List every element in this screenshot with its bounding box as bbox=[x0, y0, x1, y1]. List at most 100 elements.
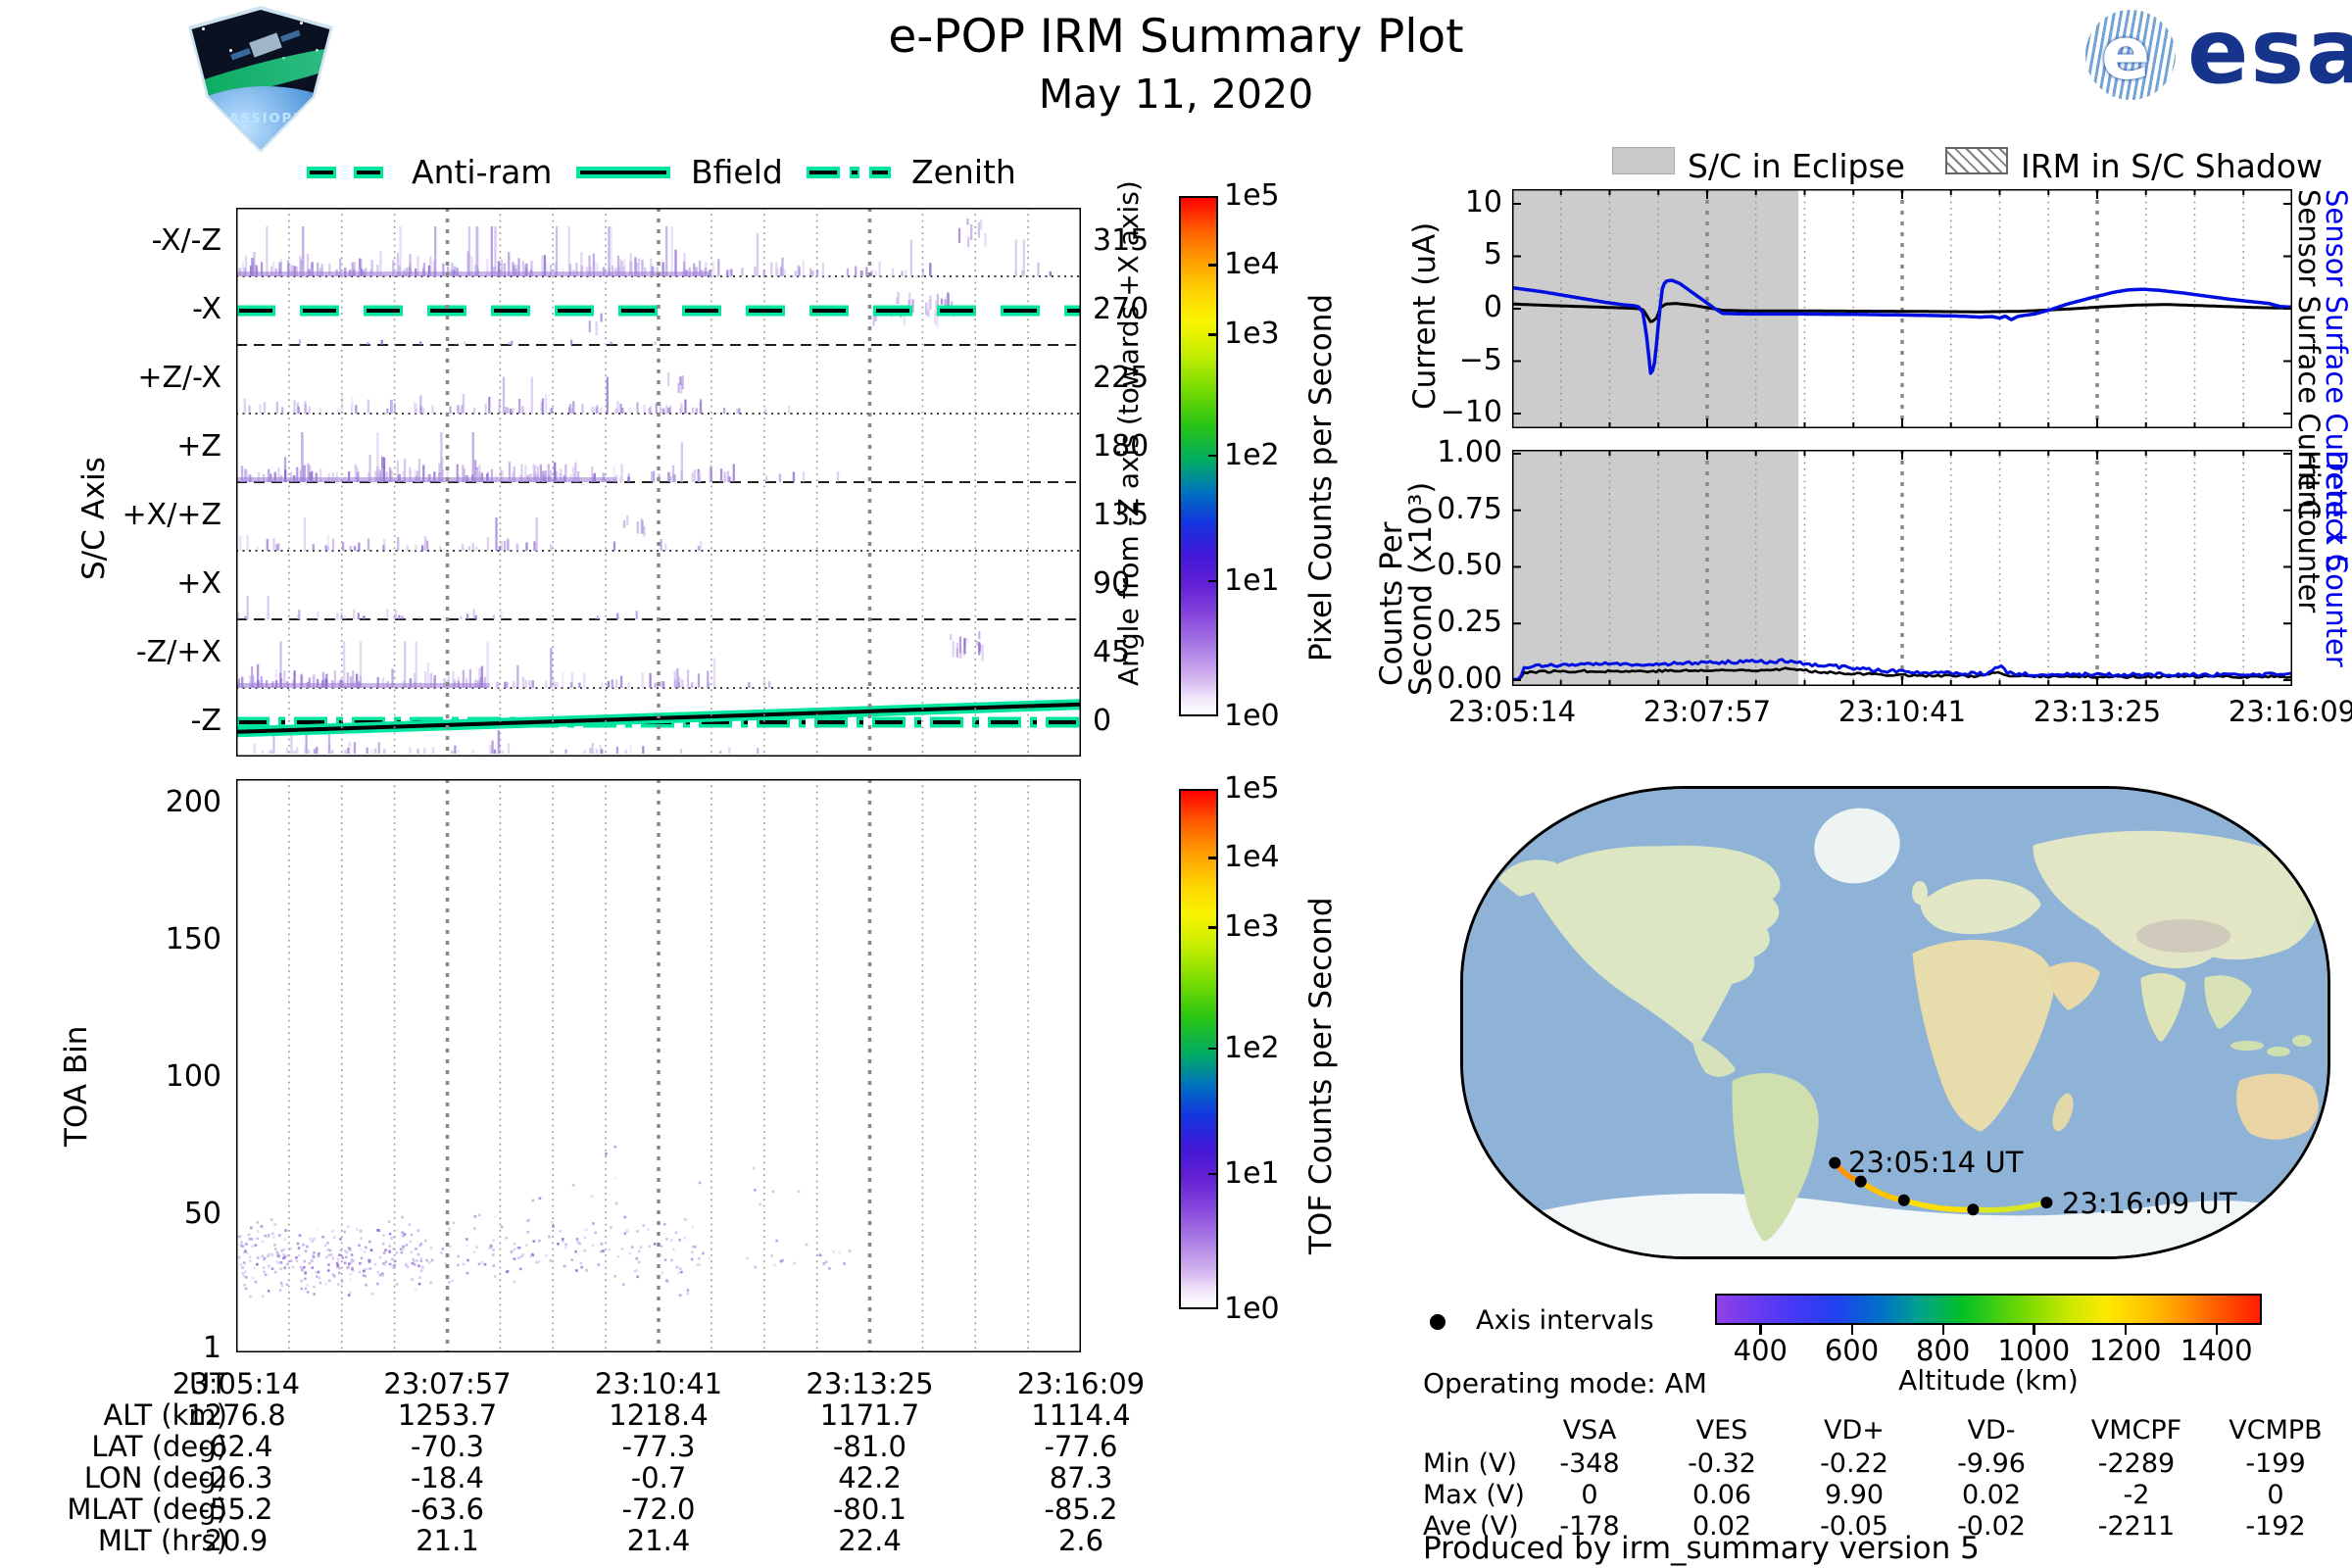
voltage-row-label: Min (V) bbox=[1423, 1448, 1518, 1479]
colorbar-tick-label: 1e1 bbox=[1224, 1155, 1280, 1191]
antiram-legend-glyph bbox=[307, 167, 383, 178]
colorbar-tick-label: 1e3 bbox=[1224, 909, 1280, 945]
voltage-value: -2 bbox=[2123, 1480, 2150, 1510]
eph-value: -62.4 bbox=[199, 1430, 273, 1463]
right-time-tick-label: 23:10:41 bbox=[1838, 695, 1967, 728]
shadow-legend-swatch bbox=[1945, 147, 2008, 174]
eclipse-legend-label: S/C in Eclipse bbox=[1688, 147, 1905, 185]
eph-value: 1276.8 bbox=[186, 1398, 286, 1432]
colorbar-tick-label: 1e1 bbox=[1224, 563, 1280, 598]
tick-label: -Z/+X bbox=[135, 635, 221, 669]
page-title: e-POP IRM Summary Plot bbox=[888, 10, 1464, 64]
eph-ut-value: 23:16:09 bbox=[1016, 1367, 1146, 1400]
track-start-annotation: 23:05:14 UT bbox=[1848, 1146, 2024, 1179]
tof-counts-colorbar-label: TOF Counts per Second bbox=[1303, 897, 1339, 1254]
right-time-tick-label: 23:05:14 bbox=[1447, 695, 1577, 728]
satellite-icon bbox=[249, 32, 282, 58]
right-time-tick-label: 23:16:09 bbox=[2228, 695, 2352, 728]
axis-intervals-label: Axis intervals bbox=[1476, 1305, 1654, 1336]
tick-label: +Z bbox=[176, 429, 221, 464]
cassiope-patch-art-icon: CASSIOPE bbox=[191, 10, 330, 149]
colorbar-tick-label: 1e0 bbox=[1224, 1292, 1280, 1326]
sc-axis-ylabel: S/C Axis bbox=[76, 457, 112, 580]
shadow-legend-label: IRM in S/C Shadow bbox=[2021, 147, 2324, 185]
bfield-legend-label: Bfield bbox=[691, 153, 783, 191]
altitude-tick-label: 1400 bbox=[2180, 1334, 2253, 1367]
tick-label: −10 bbox=[1440, 395, 1502, 430]
eph-value: -26.3 bbox=[199, 1461, 273, 1494]
counts-plot bbox=[1512, 450, 2292, 686]
voltage-row-label: Max (V) bbox=[1423, 1480, 1525, 1510]
epop-irm-summary-page: { "header": { "title": "e-POP IRM Summar… bbox=[0, 0, 2352, 1568]
tick-label: 1 bbox=[202, 1331, 221, 1366]
tick-label: 0.00 bbox=[1437, 661, 1502, 696]
eph-value: 1114.4 bbox=[1031, 1398, 1131, 1432]
eph-ut-value: 23:07:57 bbox=[383, 1367, 512, 1400]
colorbar-tick-label: 1e3 bbox=[1224, 317, 1280, 352]
tick-label: 0 bbox=[1093, 704, 1112, 738]
voltage-value: -2289 bbox=[2097, 1448, 2176, 1479]
tick-label: +Z/-X bbox=[137, 361, 221, 395]
axis-intervals-dot-icon bbox=[1430, 1314, 1446, 1330]
voltage-value: -9.96 bbox=[1957, 1448, 2026, 1479]
voltage-value: -199 bbox=[2245, 1448, 2306, 1479]
tick-label: -Z bbox=[190, 704, 221, 738]
counts-right-label-black: Hit Counter bbox=[2292, 450, 2326, 613]
voltage-col-header: VD- bbox=[1967, 1415, 2016, 1446]
colorbar-tick-label: 1e0 bbox=[1224, 699, 1280, 733]
eph-value: -0.7 bbox=[630, 1461, 687, 1494]
eph-ut-value: 23:10:41 bbox=[594, 1367, 723, 1400]
current-plot bbox=[1512, 189, 2292, 428]
voltage-value: 0.02 bbox=[1961, 1480, 2022, 1510]
cassiope-label: CASSIOPE bbox=[217, 112, 305, 126]
eph-value: -70.3 bbox=[410, 1430, 485, 1463]
tick-label: -X bbox=[192, 292, 221, 326]
footer-version: Produced by irm_summary version 5 bbox=[1423, 1531, 1980, 1566]
altitude-colorbar bbox=[1715, 1294, 2262, 1325]
antiram-legend-label: Anti-ram bbox=[412, 153, 553, 191]
eph-value: 22.4 bbox=[838, 1524, 902, 1557]
colorbar-tick-label: 1e5 bbox=[1224, 178, 1280, 213]
eph-value: -81.0 bbox=[832, 1430, 907, 1463]
colorbar-tick-label: 1e2 bbox=[1224, 1030, 1280, 1065]
eph-value: -85.2 bbox=[1044, 1493, 1118, 1526]
zenith-legend-label: Zenith bbox=[911, 153, 1016, 191]
page-date: May 11, 2020 bbox=[1038, 71, 1314, 118]
eph-value: 2.6 bbox=[1057, 1524, 1104, 1557]
eph-value: -72.0 bbox=[621, 1493, 696, 1526]
eph-value: 21.1 bbox=[416, 1524, 479, 1557]
tick-label: 5 bbox=[1483, 237, 1502, 272]
colorbar-tick-label: 1e2 bbox=[1224, 437, 1280, 472]
eph-value: -80.1 bbox=[832, 1493, 907, 1526]
track-end-annotation: 23:16:09 UT bbox=[2062, 1187, 2237, 1220]
voltage-col-header: VD+ bbox=[1824, 1415, 1885, 1446]
eph-value: 1171.7 bbox=[819, 1398, 920, 1432]
eph-value: 20.9 bbox=[204, 1524, 269, 1557]
toa-scatter-plot bbox=[236, 779, 1081, 1352]
right-time-tick-label: 23:13:25 bbox=[2033, 695, 2162, 728]
zenith-legend-glyph bbox=[807, 167, 891, 178]
eph-value: 42.2 bbox=[838, 1461, 902, 1494]
altitude-colorbar-label: Altitude (km) bbox=[1898, 1364, 2079, 1396]
eph-ut-value: 23:13:25 bbox=[806, 1367, 934, 1400]
right-time-tick-label: 23:07:57 bbox=[1642, 695, 1772, 728]
colorbar-tick-label: 1e5 bbox=[1224, 771, 1280, 806]
tick-label: 200 bbox=[165, 785, 221, 820]
eph-value: -63.6 bbox=[410, 1493, 485, 1526]
esa-logo: e bbox=[2085, 10, 2176, 100]
esa-wordmark: esa bbox=[2187, 0, 2352, 104]
tick-label: 0 bbox=[1483, 290, 1502, 324]
eclipse-legend-swatch bbox=[1612, 147, 1675, 174]
voltage-value: -2211 bbox=[2097, 1511, 2176, 1542]
eph-value: 87.3 bbox=[1049, 1461, 1113, 1494]
colorbar-tick-label: 1e4 bbox=[1224, 247, 1280, 282]
pixel-counts-colorbar-label: Pixel Counts per Second bbox=[1303, 293, 1339, 662]
tick-label: -X/-Z bbox=[151, 223, 221, 258]
operating-mode: Operating mode: AM bbox=[1423, 1367, 1707, 1399]
tick-label: 100 bbox=[165, 1059, 221, 1095]
sc-axis-right-label: Angle from -Z axis (towards +X axis) bbox=[1112, 180, 1145, 686]
sc-axis-plot bbox=[236, 208, 1081, 757]
voltage-value: 9.90 bbox=[1824, 1480, 1885, 1510]
voltage-col-header: VMCPF bbox=[2090, 1415, 2182, 1446]
eph-value: 21.4 bbox=[626, 1524, 691, 1557]
